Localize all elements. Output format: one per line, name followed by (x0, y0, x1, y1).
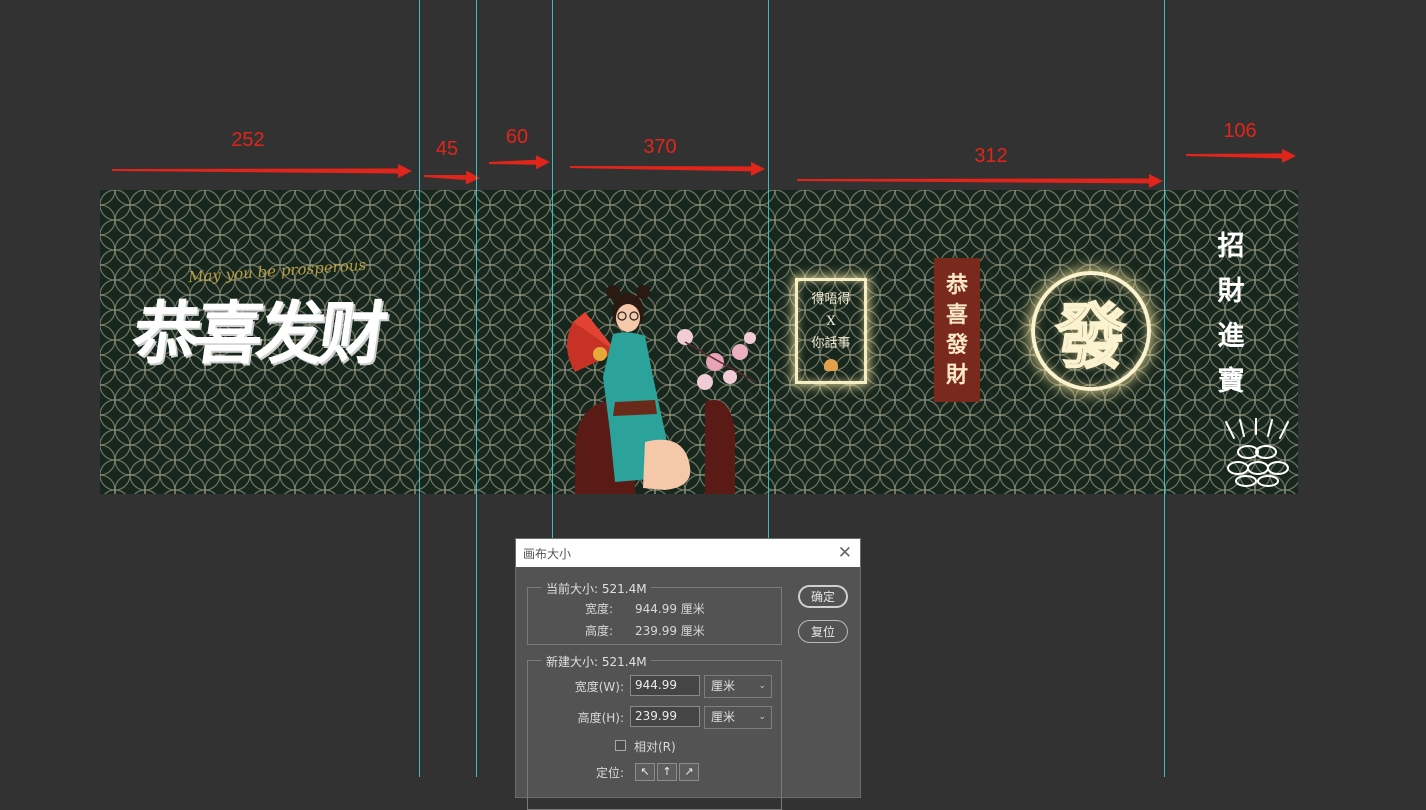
close-icon[interactable]: ✕ (838, 543, 852, 563)
dialog-title: 画布大小 (523, 546, 572, 561)
current-height-value: 239.99 厘米 (635, 624, 705, 638)
new-size-group: 新建大小: 521.4M 宽度(W): 944.99 厘米 ⌄ 高度(H): 2… (527, 653, 782, 810)
zhao-cai-jin-bao: 招 財 進 寶 (1211, 224, 1251, 404)
new-size-legend: 新建大小: 521.4M (542, 653, 651, 670)
zhao-char: 財 (1217, 276, 1245, 307)
workspace: 252 45 60 370 312 106 May you be prosper… (0, 0, 1426, 810)
width-input[interactable]: 944.99 (630, 675, 700, 696)
red-banner-char: 恭 (945, 272, 968, 298)
width-unit-select[interactable]: 厘米 ⌄ (704, 675, 772, 698)
red-banner-char: 喜 (945, 302, 968, 328)
width-unit-value: 厘米 (711, 679, 736, 693)
arrow-0 (111, 163, 412, 178)
banner-artwork: May you be prosperous 恭喜发财 得唔得 X 你話事 恭 喜… (100, 190, 1298, 494)
guide-line[interactable] (419, 0, 420, 777)
canvas-size-dialog: 画布大小 ✕ 当前大小: 521.4M 宽度: 944.99 厘米 高度: 23… (515, 538, 861, 810)
anchor-top-left[interactable]: ↖ (635, 763, 655, 781)
zhao-char: 進 (1217, 321, 1245, 352)
guide-line[interactable] (1164, 0, 1165, 777)
banner-title: 恭喜发财 (127, 294, 387, 374)
current-height-label: 高度: (584, 624, 613, 638)
anchor-top-right[interactable]: ↗ (679, 763, 699, 781)
current-size-group: 当前大小: 521.4M 宽度: 944.99 厘米 高度: 239.99 厘米 (527, 580, 782, 645)
new-height-label: 高度(H): (577, 711, 624, 725)
zhao-char: 招 (1217, 231, 1245, 262)
arrow-3 (569, 161, 765, 176)
guide-line[interactable] (476, 0, 477, 777)
gold-ingot-icon (1225, 418, 1289, 487)
fa-character: 發 (1055, 294, 1127, 379)
height-unit-value: 厘米 (711, 710, 736, 724)
red-vertical-banner: 恭 喜 發 財 (934, 258, 980, 402)
neon-line: X (826, 314, 836, 329)
chevron-down-icon: ⌄ (758, 712, 766, 722)
relative-checkbox[interactable] (615, 740, 626, 751)
ok-button[interactable]: 确定 (798, 585, 848, 608)
new-width-label: 宽度(W): (574, 680, 624, 694)
dialog-titlebar[interactable]: 画布大小 ✕ (516, 539, 860, 567)
anchor-top-center[interactable]: ↑ (657, 763, 677, 781)
arrow-2 (488, 155, 550, 170)
arrow-4 (796, 173, 1163, 188)
zhao-char: 寶 (1217, 366, 1245, 397)
red-banner-char: 發 (945, 332, 968, 358)
current-size-legend: 当前大小: 521.4M (542, 580, 651, 597)
burger-icon (824, 359, 838, 371)
neon-line: 你話事 (811, 336, 851, 351)
height-input[interactable]: 239.99 (630, 706, 700, 727)
current-width-value: 944.99 厘米 (635, 602, 705, 616)
relative-label[interactable]: 相对(R) (634, 738, 676, 755)
anchor-label: 定位: (595, 766, 624, 780)
fa-neon-circle: 發 (1031, 271, 1151, 391)
height-unit-select[interactable]: 厘米 ⌄ (704, 706, 772, 729)
reset-button[interactable]: 复位 (798, 620, 848, 643)
arrow-5 (1185, 148, 1296, 163)
woman-illustration (566, 285, 756, 494)
neon-line: 得唔得 (811, 292, 851, 307)
annotation-arrows (111, 148, 1296, 188)
red-banner-char: 財 (945, 362, 968, 388)
neon-sign-box: 得唔得 X 你話事 (795, 278, 867, 384)
chevron-down-icon: ⌄ (758, 681, 766, 691)
arrow-1 (423, 170, 480, 185)
current-width-label: 宽度: (584, 602, 613, 616)
